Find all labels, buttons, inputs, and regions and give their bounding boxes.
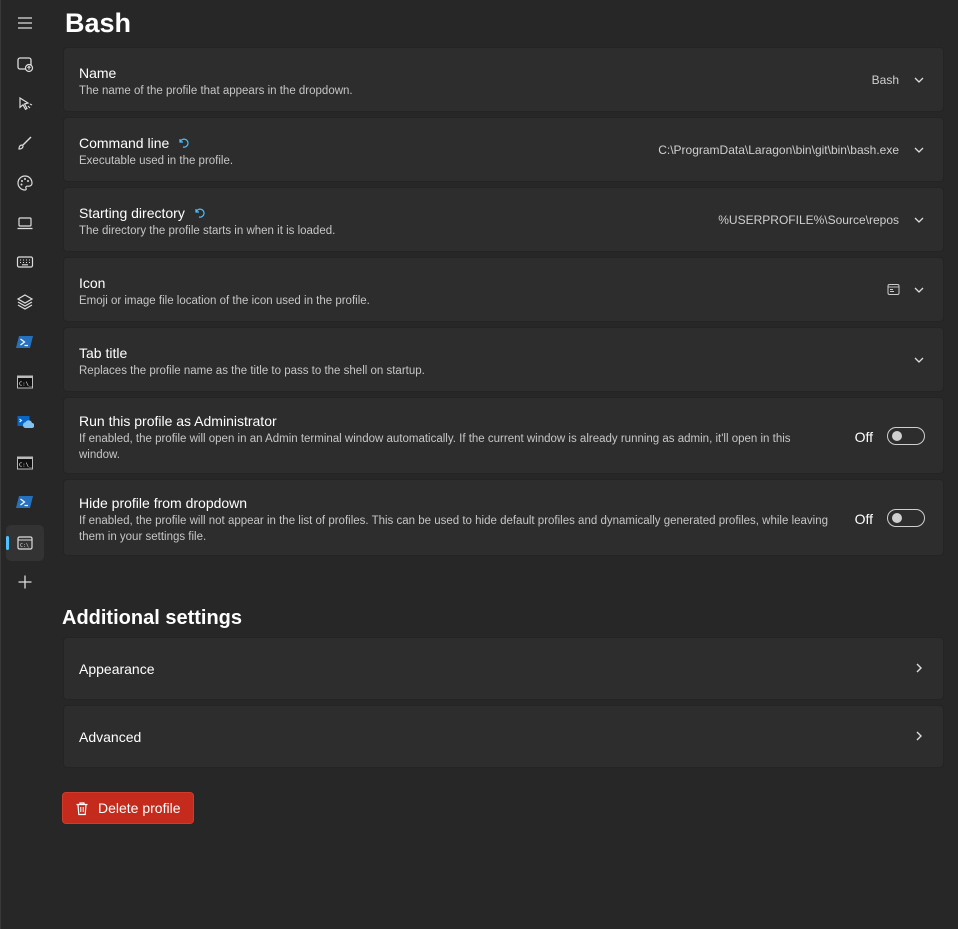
chevron-down-icon bbox=[914, 357, 924, 363]
starting-directory-setting-description: The directory the profile starts in when… bbox=[79, 225, 336, 237]
appearance-label: Appearance bbox=[79, 661, 155, 677]
rendering-laptop-icon[interactable] bbox=[6, 205, 44, 241]
tab-title-setting-title: Tab title bbox=[79, 345, 128, 361]
page-title: Bash bbox=[65, 8, 132, 38]
appearance-nav-card[interactable]: Appearance bbox=[63, 637, 944, 700]
chevron-right-icon bbox=[916, 663, 922, 673]
advanced-label: Advanced bbox=[79, 729, 142, 745]
hide-profile-title: Hide profile from dropdown bbox=[79, 495, 248, 511]
powershell-profile-icon[interactable] bbox=[6, 324, 44, 360]
starting-directory-setting-title: Starting directory bbox=[79, 205, 185, 221]
azure-cloud-shell-icon[interactable] bbox=[6, 404, 44, 440]
chevron-down-icon bbox=[914, 217, 924, 223]
starting-directory-value: %USERPROFILE%\Source\repos bbox=[718, 213, 899, 227]
run-as-admin-state-label: Off bbox=[854, 429, 873, 445]
starting-directory-setting-card[interactable]: Starting directory The directory the pro… bbox=[63, 187, 944, 252]
run-as-admin-description: If enabled, the profile will open in an … bbox=[79, 433, 791, 461]
advanced-nav-card[interactable]: Advanced bbox=[63, 705, 944, 768]
command-line-setting-title: Command line bbox=[79, 135, 170, 151]
svg-text:C:\_: C:\_ bbox=[19, 463, 33, 469]
run-as-admin-toggle[interactable] bbox=[887, 427, 925, 445]
tab-title-setting-card[interactable]: Tab title Replaces the profile name as t… bbox=[63, 327, 944, 392]
defaults-layers-icon[interactable] bbox=[6, 284, 44, 320]
icon-setting-card[interactable]: Icon Emoji or image file location of the… bbox=[63, 257, 944, 322]
name-value: Bash bbox=[871, 73, 899, 87]
hide-profile-setting-card: Hide profile from dropdown If enabled, t… bbox=[63, 479, 944, 556]
starting-directory-title-row: Starting directory bbox=[79, 205, 205, 221]
delete-profile-label: Delete profile bbox=[98, 800, 181, 816]
toggle-knob bbox=[892, 513, 902, 523]
reset-arrow-icon[interactable] bbox=[177, 137, 189, 149]
command-prompt-profile-icon[interactable]: C:\_ bbox=[6, 445, 44, 481]
chevron-down-icon bbox=[914, 77, 924, 83]
tab-title-setting-description: Replaces the profile name as the title t… bbox=[79, 365, 425, 377]
color-schemes-palette-icon[interactable] bbox=[6, 165, 44, 201]
toggle-knob bbox=[892, 431, 902, 441]
run-as-admin-setting-card: Run this profile as Administrator If ena… bbox=[63, 397, 944, 474]
command-line-setting-card[interactable]: Command line Executable used in the prof… bbox=[63, 117, 944, 182]
selection-indicator bbox=[6, 536, 9, 550]
interaction-icon[interactable] bbox=[6, 86, 44, 122]
startup-icon[interactable] bbox=[6, 46, 44, 82]
appearance-brush-icon[interactable] bbox=[6, 125, 44, 161]
name-setting-card[interactable]: Name The name of the profile that appear… bbox=[63, 47, 944, 112]
hide-profile-description: If enabled, the profile will not appear … bbox=[79, 515, 829, 543]
command-line-value: C:\ProgramData\Laragon\bin\git\bin\bash.… bbox=[658, 143, 899, 157]
hide-profile-toggle[interactable] bbox=[887, 509, 925, 527]
command-line-setting-description: Executable used in the profile. bbox=[79, 155, 234, 167]
add-profile-plus-icon[interactable] bbox=[6, 564, 44, 600]
chevron-right-icon bbox=[916, 731, 922, 741]
reset-arrow-icon[interactable] bbox=[193, 207, 205, 219]
chevron-down-icon bbox=[914, 287, 924, 293]
hamburger-menu-icon[interactable] bbox=[6, 5, 44, 41]
additional-settings-heading: Additional settings bbox=[62, 607, 242, 629]
run-as-admin-title: Run this profile as Administrator bbox=[79, 413, 277, 429]
hide-profile-state-label: Off bbox=[854, 511, 873, 527]
command-prompt-profile-icon[interactable]: C:\_ bbox=[6, 364, 44, 400]
command-line-setting-title-row: Command line bbox=[79, 135, 189, 151]
bash-profile-icon[interactable]: C:\ bbox=[6, 525, 44, 561]
icon-setting-title: Icon bbox=[79, 275, 106, 291]
trash-icon bbox=[76, 801, 88, 815]
svg-text:C:\_: C:\_ bbox=[19, 382, 33, 388]
terminal-preview-icon bbox=[887, 284, 900, 295]
icon-setting-description: Emoji or image file location of the icon… bbox=[79, 295, 370, 307]
name-setting-title: Name bbox=[79, 65, 117, 81]
svg-text:C:\: C:\ bbox=[20, 543, 29, 549]
delete-profile-button[interactable]: Delete profile bbox=[62, 792, 194, 824]
keyboard-icon[interactable] bbox=[6, 244, 44, 280]
powershell-profile-icon[interactable] bbox=[6, 484, 44, 520]
name-setting-description: The name of the profile that appears in … bbox=[79, 85, 353, 97]
navigation-rail: C:\_ C:\_ C:\ bbox=[0, 0, 50, 929]
chevron-down-icon bbox=[914, 147, 924, 153]
